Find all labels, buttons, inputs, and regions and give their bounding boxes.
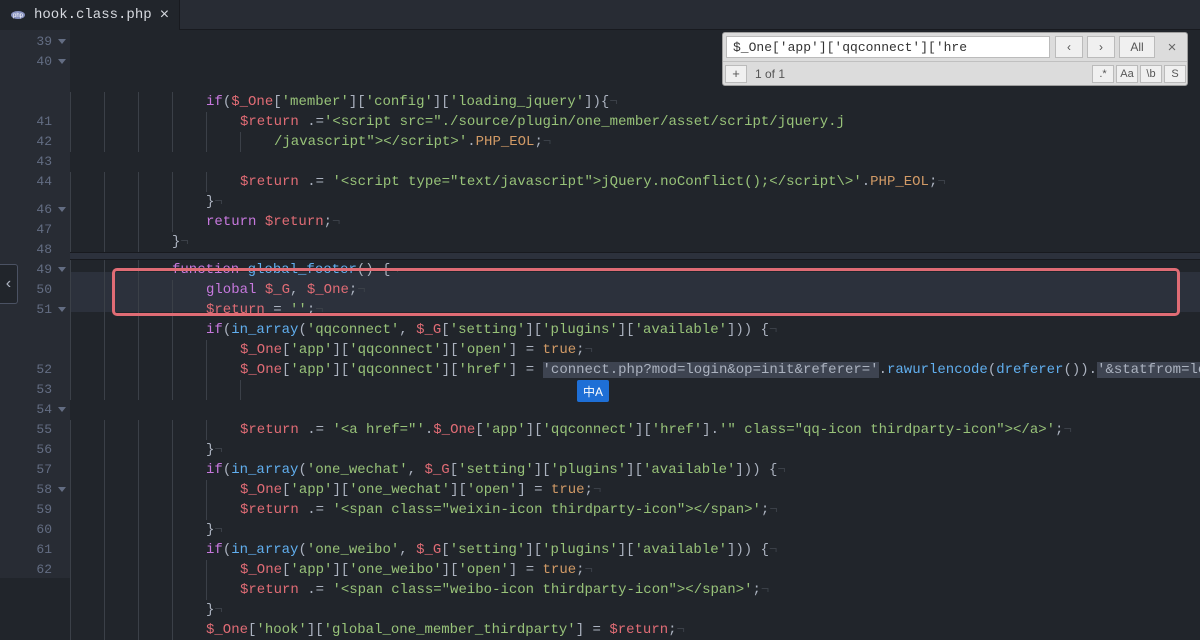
code-line[interactable]: $_One['app']['qqconnect']['href'] = 'con… <box>70 360 1200 380</box>
line-number[interactable]: 46 <box>0 200 70 220</box>
line-number[interactable]: 42 <box>0 132 70 152</box>
line-number[interactable]: 44 <box>0 172 70 192</box>
ime-indicator: 中A <box>577 380 609 402</box>
line-number-gutter[interactable]: 3940414243444647484950515253545556575859… <box>0 30 70 578</box>
code-area[interactable]: if($_One['member']['config']['loading_jq… <box>70 30 1200 578</box>
php-file-icon: php <box>10 7 26 23</box>
code-line[interactable] <box>70 152 1200 172</box>
tab-close-icon[interactable]: × <box>160 7 170 23</box>
find-panel: ‹ › All × + 1 of 1 .* Aa \b S <box>722 32 1188 86</box>
code-line[interactable]: global $_G, $_One;¬ <box>70 280 1200 300</box>
tab-bar: php hook.class.php × <box>0 0 1200 30</box>
code-line[interactable]: if($_One['member']['config']['loading_jq… <box>70 92 1200 112</box>
code-line[interactable]: $return .= '<a href="'.$_One['app']['qqc… <box>70 420 1200 440</box>
code-line[interactable]: $return .='<script src="./source/plugin/… <box>70 112 1200 132</box>
code-line[interactable] <box>70 400 1200 420</box>
code-line[interactable]: if(in_array('one_weibo', $_G['setting'][… <box>70 540 1200 560</box>
line-number[interactable]: 62 <box>0 560 70 580</box>
code-line[interactable]: }¬ <box>70 232 1200 252</box>
line-number[interactable]: 47 <box>0 220 70 240</box>
find-expand-button[interactable]: + <box>725 65 747 83</box>
tab-filename: hook.class.php <box>34 7 152 23</box>
code-line[interactable]: $_One['app']['one_weibo']['open'] = true… <box>70 560 1200 580</box>
line-number[interactable]: 40 <box>0 52 70 72</box>
code-line[interactable]: $return .= '<script type="text/javascrip… <box>70 172 1200 192</box>
svg-text:php: php <box>13 13 24 19</box>
find-status: 1 of 1 <box>749 67 1091 81</box>
line-number[interactable]: 56 <box>0 440 70 460</box>
line-number[interactable]: 61 <box>0 540 70 560</box>
code-line[interactable]: if(in_array('one_wechat', $_G['setting']… <box>70 460 1200 480</box>
line-number[interactable]: 59 <box>0 500 70 520</box>
code-line[interactable]: function global_footer() {¬ <box>70 260 1200 280</box>
line-number[interactable]: 60 <box>0 520 70 540</box>
line-number[interactable] <box>0 192 70 200</box>
code-line[interactable]: return $return;¬ <box>70 212 1200 232</box>
line-number[interactable]: 41 <box>0 112 70 132</box>
line-number[interactable]: 58 <box>0 480 70 500</box>
find-close-button[interactable]: × <box>1161 36 1183 58</box>
code-line[interactable]: /javascript"></script>'.PHP_EOL;¬ <box>70 132 1200 152</box>
line-number[interactable] <box>0 340 70 360</box>
panel-drag-handle[interactable] <box>0 264 18 304</box>
line-number[interactable]: 52 <box>0 360 70 380</box>
code-line[interactable]: $return .= '<span class="weibo-icon thir… <box>70 580 1200 600</box>
find-input[interactable] <box>726 36 1050 58</box>
code-line[interactable]: }¬ <box>70 520 1200 540</box>
line-number[interactable]: 55 <box>0 420 70 440</box>
code-line[interactable]: $_One['hook']['global_one_member_thirdpa… <box>70 620 1200 640</box>
tab-file[interactable]: php hook.class.php × <box>0 0 180 30</box>
line-number[interactable] <box>0 92 70 112</box>
code-line[interactable]: if(in_array('qqconnect', $_G['setting'][… <box>70 320 1200 340</box>
line-number[interactable]: 48 <box>0 240 70 260</box>
code-line[interactable]: }¬ <box>70 600 1200 620</box>
find-next-button[interactable]: › <box>1087 36 1115 58</box>
code-line[interactable]: $_One['app']['one_wechat']['open'] = tru… <box>70 480 1200 500</box>
line-number[interactable]: 57 <box>0 460 70 480</box>
find-opt-regex[interactable]: .* <box>1092 65 1114 83</box>
line-number[interactable]: 54 <box>0 400 70 420</box>
code-line[interactable]: $return .= '<span class="weixin-icon thi… <box>70 500 1200 520</box>
line-number[interactable]: 53 <box>0 380 70 400</box>
line-number[interactable]: 39 <box>0 32 70 52</box>
line-number[interactable]: 43 <box>0 152 70 172</box>
code-line[interactable]: $_One['app']['qqconnect']['open'] = true… <box>70 340 1200 360</box>
code-line[interactable]: $return = '';¬ <box>70 300 1200 320</box>
find-opt-selection[interactable]: S <box>1164 65 1186 83</box>
find-prev-button[interactable]: ‹ <box>1055 36 1083 58</box>
code-line[interactable]: }¬ <box>70 440 1200 460</box>
find-all-button[interactable]: All <box>1119 36 1155 58</box>
find-opt-word[interactable]: \b <box>1140 65 1162 83</box>
code-line[interactable] <box>70 380 1200 400</box>
code-line[interactable]: }¬ <box>70 192 1200 212</box>
find-opt-case[interactable]: Aa <box>1116 65 1138 83</box>
